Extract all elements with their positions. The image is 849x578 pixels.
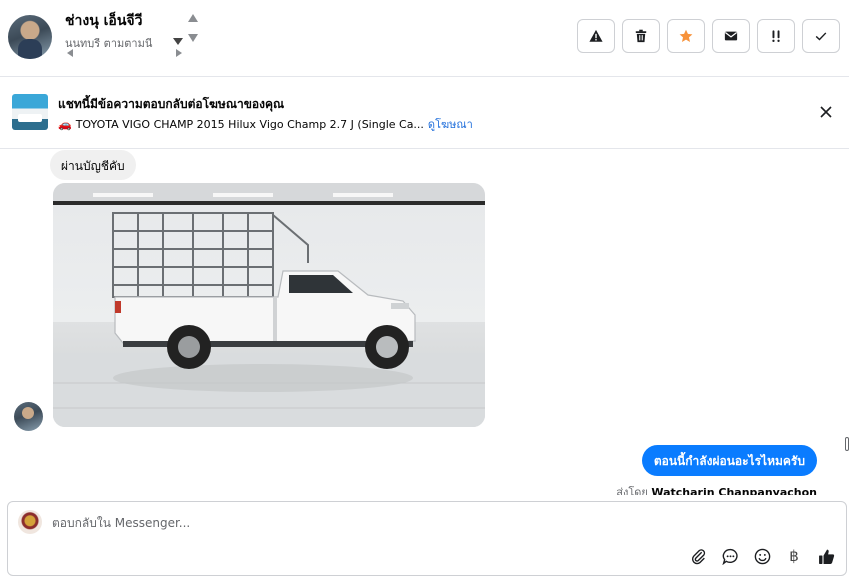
- payment-button[interactable]: ฿: [784, 546, 804, 566]
- reply-input[interactable]: [52, 516, 652, 530]
- mark-spam-button[interactable]: [577, 19, 615, 53]
- subtitle-dropdown-icon[interactable]: [173, 38, 183, 45]
- check-icon: [815, 32, 827, 41]
- sender-name: Watcharin Chanpanyachon: [651, 486, 817, 495]
- scroll-right-icon[interactable]: [176, 49, 182, 57]
- thread-scrollbar[interactable]: [845, 150, 849, 495]
- star-icon: [679, 29, 693, 42]
- car-icon: 🚗: [58, 118, 72, 131]
- ad-banner-title: แชทนี้มีข้อความตอบกลับต่อโฆษณาของคุณ: [58, 97, 285, 111]
- scroll-up-icon[interactable]: [188, 14, 198, 22]
- like-button[interactable]: [816, 546, 836, 566]
- follow-up-icon: [772, 30, 780, 42]
- sent-by-label: ส่งโดย Watcharin Chanpanyachon: [616, 483, 817, 495]
- page-avatar: [18, 510, 42, 534]
- paperclip-icon: [691, 548, 705, 564]
- header-actions: [577, 19, 840, 53]
- emoji-button[interactable]: [752, 546, 772, 566]
- attach-button[interactable]: [688, 546, 708, 566]
- view-ad-link[interactable]: ดูโฆษณา: [428, 118, 473, 131]
- saved-replies-button[interactable]: [720, 546, 740, 566]
- ad-reply-banner: แชทนี้มีข้อความตอบกลับต่อโฆษณาของคุณ 🚗 TO…: [0, 77, 849, 149]
- chat-bubble-icon: [721, 548, 738, 565]
- ad-product-line: 🚗 TOYOTA VIGO CHAMP 2015 Hilux Vigo Champ…: [58, 115, 473, 133]
- trash-icon: [635, 29, 647, 43]
- ad-thumbnail[interactable]: [12, 94, 48, 130]
- pickup-truck-image: [53, 183, 485, 427]
- scroll-thumb[interactable]: [845, 437, 849, 451]
- contact-subtitle: นนทบุรี ตามตามนี้: [65, 38, 153, 48]
- conversation-header: ช่างนุ เอ็นจีวี นนทบุรี ตามตามนี้: [0, 0, 849, 77]
- composer-tools: ฿: [688, 546, 836, 566]
- scroll-controls: [188, 12, 202, 46]
- scroll-left-icon[interactable]: [67, 49, 73, 57]
- envelope-icon: [724, 31, 738, 41]
- mark-unread-button[interactable]: [712, 19, 750, 53]
- contact-name[interactable]: ช่างนุ เอ็นจีวี: [65, 10, 142, 32]
- car-photo-attachment[interactable]: [53, 183, 485, 427]
- delete-button[interactable]: [622, 19, 660, 53]
- reply-composer: ฿: [7, 501, 847, 576]
- sent-by-prefix: ส่งโดย: [616, 486, 648, 495]
- star-button[interactable]: [667, 19, 705, 53]
- contact-avatar-small[interactable]: [14, 402, 43, 431]
- ad-product-name: TOYOTA VIGO CHAMP 2015 Hilux Vigo Champ …: [75, 118, 424, 131]
- outgoing-message[interactable]: ตอนนี้กำลังผ่อนอะไรไหมครับ: [641, 445, 817, 476]
- warning-icon: [589, 29, 603, 42]
- thumbs-up-icon: [818, 549, 834, 564]
- mark-done-button[interactable]: [802, 19, 840, 53]
- close-icon[interactable]: [818, 104, 834, 120]
- message-thread: ผ่านบัญชีคับ ตอนนี้กำลังผ่อนอะไรไหมครับ …: [0, 150, 849, 495]
- follow-up-button[interactable]: [757, 19, 795, 53]
- incoming-message[interactable]: ผ่านบัญชีคับ: [50, 150, 136, 180]
- smiley-icon: [754, 548, 770, 564]
- contact-avatar[interactable]: [8, 15, 52, 59]
- scroll-down-icon[interactable]: [188, 34, 198, 42]
